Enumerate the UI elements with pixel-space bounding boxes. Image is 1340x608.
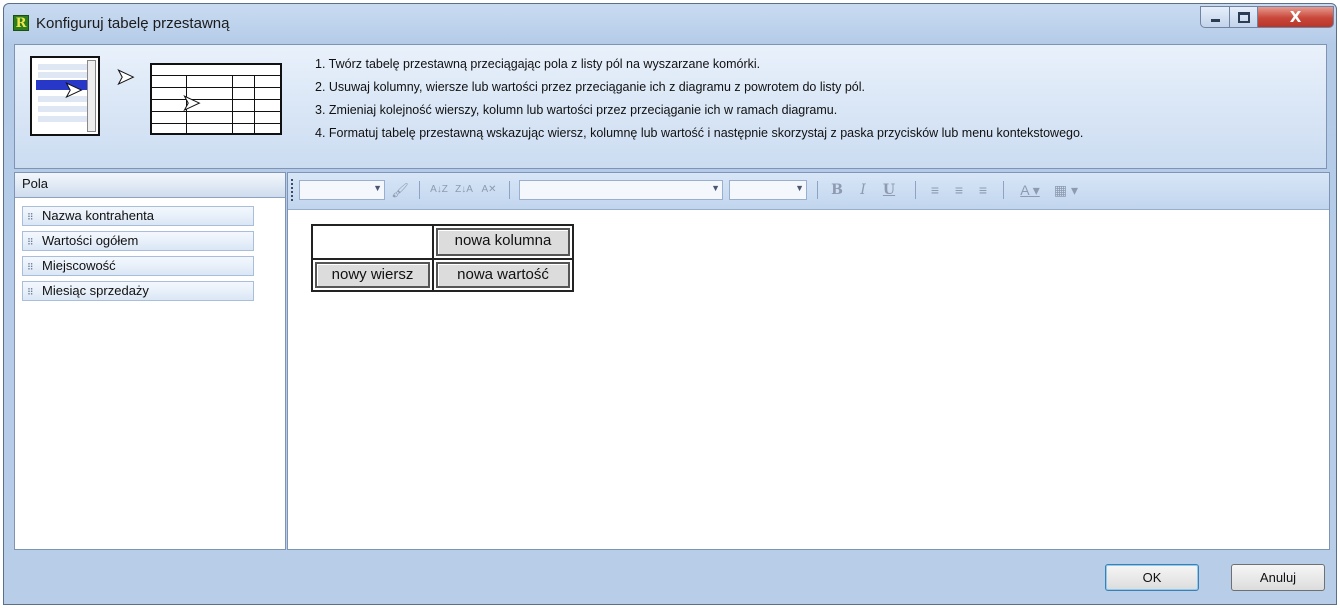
underline-button[interactable]: U	[879, 180, 899, 200]
maximize-button[interactable]	[1230, 6, 1258, 28]
field-list: ⠿ Nazwa kontrahenta ⠿ Wartości ogółem ⠿ Mie…	[22, 206, 254, 306]
pivot-editor: ▼ 🖌 A↓Z Z↓A A✕ ▼ ▼ B I U ≡ ≡ ≡ A ▾ ▦ ▾ n…	[287, 172, 1330, 550]
field-item-miesiac-sprzedazy[interactable]: ⠿ Miesiąc sprzedaży	[22, 281, 254, 301]
fill-color-icon[interactable]: ▦ ▾	[1051, 180, 1081, 200]
field-item-nazwa-kontrahenta[interactable]: ⠿ Nazwa kontrahenta	[22, 206, 254, 226]
window-title: Konfiguruj tabelę przestawną	[36, 15, 230, 32]
instruction-step: 4. Formatuj tabelę przestawną wskazując …	[315, 126, 1084, 140]
maximize-icon	[1238, 12, 1250, 23]
dialog-window: R Konfiguruj tabelę przestawną X ➤ ➤ ➤ 1…	[3, 3, 1337, 605]
font-name-combo[interactable]: ▼	[519, 180, 723, 200]
paint-icon[interactable]: 🖌	[391, 180, 409, 200]
instruction-steps: 1. Twórz tabelę przestawną przeciągając …	[315, 53, 1083, 145]
instruction-step: 2. Usuwaj kolumny, wiersze lub wartości …	[315, 80, 865, 94]
bold-button[interactable]: B	[827, 180, 847, 200]
chevron-down-icon: ▼	[795, 183, 804, 193]
instruction-step: 1. Twórz tabelę przestawną przeciągając …	[315, 57, 761, 71]
minimize-icon	[1211, 19, 1220, 22]
column-drop-zone[interactable]: nowa kolumna	[436, 228, 570, 256]
instruction-step: 3. Zmieniaj kolejność wierszy, kolumn lu…	[315, 103, 838, 117]
field-label: Nazwa kontrahenta	[42, 208, 155, 223]
sort-descending-icon[interactable]: Z↓A	[454, 180, 474, 200]
field-item-wartosci-ogolem[interactable]: ⠿ Wartości ogółem	[22, 231, 254, 251]
pivot-diagram: nowa kolumna nowy wiersz nowa wartość	[311, 224, 574, 292]
drag-grip-icon: ⠿	[27, 212, 34, 222]
toolbar-separator	[817, 181, 818, 199]
drag-grip-icon: ⠿	[27, 262, 34, 272]
toolbar-grip[interactable]	[291, 179, 296, 201]
fields-panel: Pola ⠿ Nazwa kontrahenta ⠿ Wartości ogółem…	[14, 172, 286, 550]
instructions-panel: ➤ ➤ ➤ 1. Twórz tabelę przestawną przecią…	[14, 44, 1327, 169]
fields-panel-header: Pola	[15, 173, 285, 198]
align-right-icon[interactable]: ≡	[973, 180, 993, 200]
diagram-pivot-table	[150, 63, 282, 135]
align-left-icon[interactable]: ≡	[925, 180, 945, 200]
format-toolbar: ▼ 🖌 A↓Z Z↓A A✕ ▼ ▼ B I U ≡ ≡ ≡ A ▾ ▦ ▾	[288, 173, 1329, 210]
sort-ascending-icon[interactable]: A↓Z	[429, 180, 449, 200]
app-icon: R	[13, 15, 29, 31]
cursor-icon: ➤	[63, 77, 83, 102]
minimize-button[interactable]	[1200, 6, 1230, 28]
pivot-design-canvas: nowa kolumna nowy wiersz nowa wartość	[288, 210, 1329, 549]
toolbar-separator	[509, 181, 510, 199]
diagram-scrollbar	[87, 60, 96, 132]
cursor-icon: ➤	[115, 64, 135, 89]
drag-grip-icon: ⠿	[27, 287, 34, 297]
toolbar-separator	[1003, 181, 1004, 199]
clear-sort-icon[interactable]: A✕	[479, 180, 499, 200]
font-size-combo[interactable]: ▼	[729, 180, 807, 200]
close-button[interactable]: X	[1258, 6, 1334, 28]
toolbar-separator	[419, 181, 420, 199]
close-icon: X	[1289, 8, 1302, 26]
cancel-button[interactable]: Anuluj	[1231, 564, 1325, 591]
font-color-label: A	[1020, 182, 1029, 198]
ok-button[interactable]: OK	[1105, 564, 1199, 591]
value-drop-zone[interactable]: nowa wartość	[436, 262, 570, 288]
italic-button[interactable]: I	[853, 180, 873, 200]
title-bar[interactable]: R Konfiguruj tabelę przestawną X	[4, 4, 1336, 44]
field-label: Wartości ogółem	[42, 233, 139, 248]
drag-grip-icon: ⠿	[27, 237, 34, 247]
row-drop-zone[interactable]: nowy wiersz	[315, 262, 430, 288]
style-combo[interactable]: ▼	[299, 180, 385, 200]
chevron-down-icon: ▼	[711, 183, 720, 193]
field-item-miejscowosc[interactable]: ⠿ Miejscowość	[22, 256, 254, 276]
field-label: Miesiąc sprzedaży	[42, 283, 149, 298]
toolbar-separator	[915, 181, 916, 199]
align-center-icon[interactable]: ≡	[949, 180, 969, 200]
dialog-footer: OK Anuluj	[14, 550, 1330, 602]
drag-diagram-illustration: ➤ ➤ ➤	[30, 56, 288, 140]
chevron-down-icon: ▼	[373, 183, 382, 193]
cursor-icon: ➤	[181, 90, 201, 115]
font-color-icon[interactable]: A ▾	[1013, 180, 1047, 200]
field-label: Miejscowość	[42, 258, 116, 273]
